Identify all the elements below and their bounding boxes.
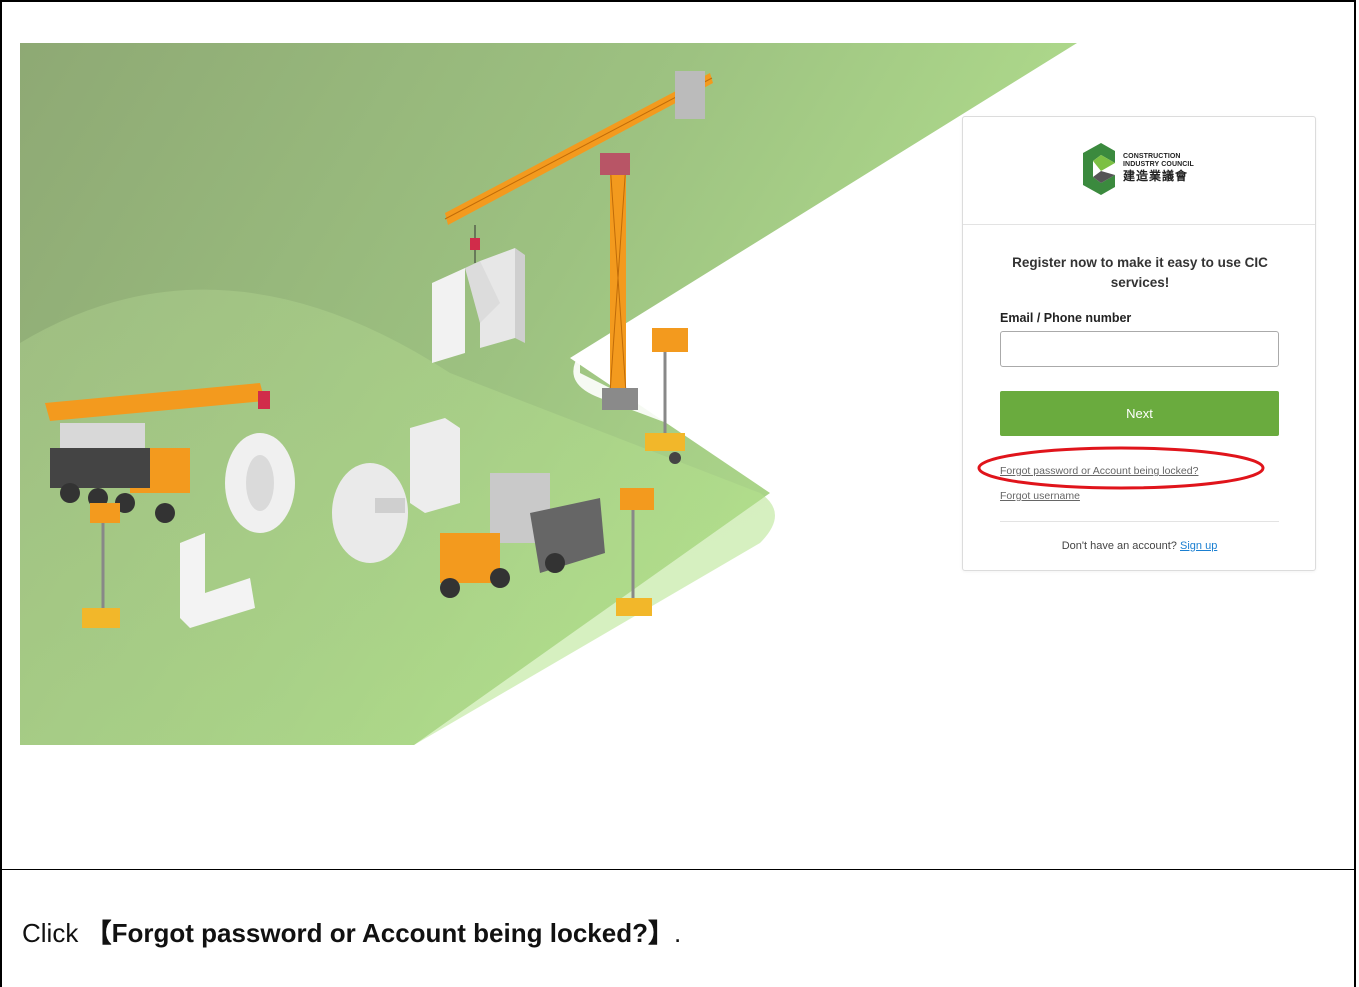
signup-link[interactable]: Sign up [1180,540,1217,552]
instruction-caption: Click 【Forgot password or Account being … [22,913,681,950]
letter-i-block [410,418,460,513]
email-phone-input[interactable] [1000,331,1279,367]
construction-illustration [20,43,1077,745]
no-account-text: Don't have an account? [1061,540,1177,552]
card-header: CONSTRUCTION INDUSTRY COUNCIL 建造業議會 [963,117,1315,225]
cic-logo-text: CONSTRUCTION INDUSTRY COUNCIL 建造業議會 [1123,153,1194,183]
logo-chinese: 建造業議會 [1123,169,1189,183]
instruction-open-bracket: 【 [85,918,112,948]
instruction-suffix: . [674,918,682,948]
instruction-bold-text: Forgot password or Account being locked? [111,918,648,948]
instruction-close-bracket: 】 [647,918,674,948]
letter-o-block [225,433,295,533]
forgot-password-link[interactable]: Forgot password or Account being locked? [1000,465,1198,477]
email-label: Email / Phone number [1000,311,1132,325]
light-tower-graphic [645,328,688,464]
instruction-prefix: Click [22,918,86,948]
letter-g-block [332,463,408,563]
signup-row: Don't have an account? Sign up [1000,540,1279,552]
register-prompt: Register now to make it easy to use CIC … [1012,255,1268,290]
cic-logo-icon [1083,143,1115,195]
card-divider [1000,521,1279,522]
logo-line-1: CONSTRUCTION [1123,153,1181,160]
cic-logo: CONSTRUCTION INDUSTRY COUNCIL 建造業議會 [1079,141,1209,201]
logo-line-2: INDUSTRY COUNCIL [1123,161,1194,168]
login-card: CONSTRUCTION INDUSTRY COUNCIL 建造業議會 Regi… [962,116,1316,571]
next-button[interactable]: Next [1000,391,1279,436]
forgot-username-link[interactable]: Forgot username [1000,490,1080,502]
